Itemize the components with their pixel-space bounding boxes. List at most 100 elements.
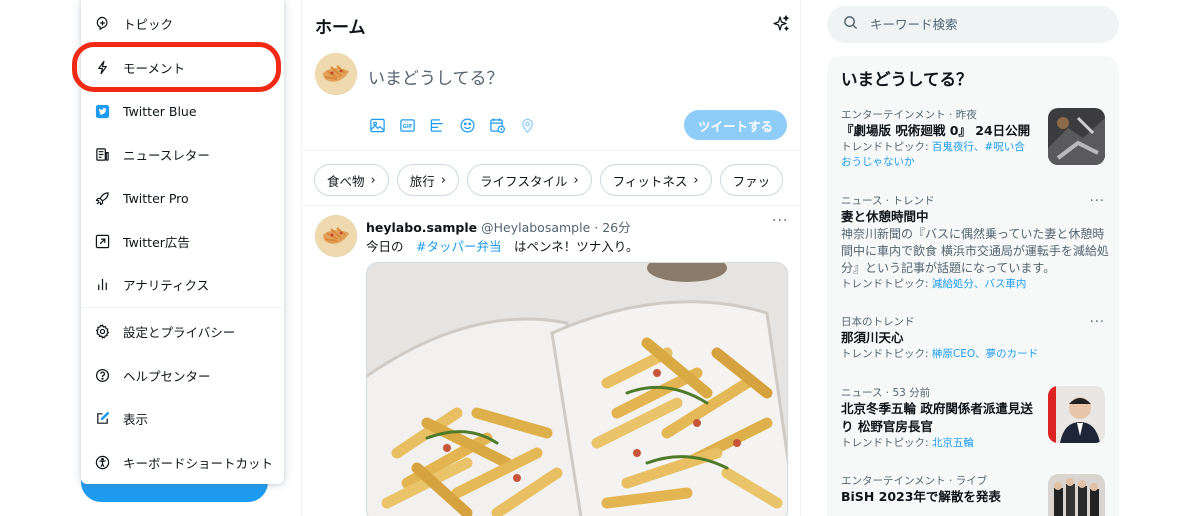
chevron-right-icon: › — [370, 172, 376, 188]
chip-label: フィットネス — [612, 173, 688, 189]
trend-topics-label: トレンドトピック: — [841, 141, 929, 153]
post-text-before: 今日の — [366, 239, 404, 254]
trends-title: いまどうしてる？ — [841, 70, 973, 89]
chip-fitness[interactable]: フィットネス › — [599, 164, 712, 196]
menu-item-settings[interactable]: 設定とプライバシー — [81, 311, 284, 351]
menu-item-label: Twitter広告 — [123, 234, 190, 250]
trend-topics-label: トレンドトピック: — [841, 348, 929, 360]
chip-travel[interactable]: 旅行 › — [396, 164, 459, 196]
gif-icon[interactable]: GIF — [398, 116, 417, 135]
chip-food[interactable]: 食べ物 › — [314, 164, 389, 196]
trend-item[interactable]: 日本のトレンド 那須川天心 トレンドトピック: 榊原CEO、夢のカード — [841, 315, 1111, 362]
search-input[interactable] — [870, 17, 1090, 32]
menu-item-twitter-blue[interactable]: Twitter Blue — [81, 91, 284, 131]
menu-item-label: Twitter Blue — [123, 103, 197, 119]
chip-label: ファッ — [732, 173, 771, 189]
trend-item[interactable]: ニュース · トレンド 妻と休憩時間中 神奈川新聞の『バスに偶然乗っていた妻と休… — [841, 194, 1111, 292]
newsletter-icon — [94, 146, 110, 162]
menu-item-label: キーボードショートカット — [123, 455, 274, 471]
menu-item-label: 表示 — [123, 411, 149, 427]
trend-topics-label: トレンドトピック: — [841, 437, 929, 449]
more-icon[interactable]: ··· — [772, 213, 788, 229]
more-icon[interactable]: ··· — [1090, 315, 1105, 330]
emoji-icon[interactable] — [458, 116, 477, 135]
menu-item-label: Twitter Pro — [123, 190, 189, 206]
menu-item-label: ヘルプセンター — [123, 368, 211, 384]
menu-item-newsletter[interactable]: ニュースレター — [81, 134, 284, 174]
post-author-name[interactable]: heylabo.sample — [366, 220, 477, 235]
page-title: ホーム — [315, 18, 366, 38]
image-icon[interactable] — [368, 116, 387, 135]
twitter-blue-icon — [94, 103, 110, 119]
sparkle-icon[interactable] — [771, 14, 791, 34]
menu-item-keyboard-shortcuts[interactable]: キーボードショートカット — [81, 442, 284, 482]
divider — [302, 205, 800, 206]
trend-topic-links[interactable]: 百鬼夜行、#呪い合 — [932, 141, 1025, 153]
search-bar[interactable] — [827, 6, 1119, 43]
trend-headline: 妻と休憩時間中 — [841, 209, 929, 224]
display-edit-icon — [94, 410, 110, 426]
trend-headline: 那須川天心 — [841, 330, 904, 345]
more-icon[interactable]: ··· — [1090, 194, 1105, 209]
menu-item-label: ニュースレター — [123, 147, 210, 163]
menu-item-analytics[interactable]: アナリティクス — [81, 264, 284, 304]
ads-arrow-icon — [94, 233, 110, 249]
poll-icon[interactable] — [428, 116, 447, 135]
post-time[interactable]: 26分 — [602, 220, 630, 235]
chip-label: 旅行 — [409, 173, 435, 189]
post-avatar[interactable] — [315, 215, 357, 257]
trend-category: 日本のトレンド — [841, 316, 915, 328]
chevron-right-icon: › — [693, 172, 699, 188]
menu-item-label: トピック — [123, 16, 174, 32]
tweet-submit-button[interactable]: ツイートする — [684, 110, 787, 140]
chevron-right-icon: › — [573, 172, 579, 188]
compose-input[interactable]: いまどうしてる？ — [368, 64, 504, 89]
post-text: 今日の #タッパー弁当 はペンネ！ツナ入り。 — [366, 236, 639, 255]
post-hashtag[interactable]: #タッパー弁当 — [416, 239, 501, 254]
menu-item-twitter-pro[interactable]: Twitter Pro — [81, 178, 284, 218]
post-image-pasta[interactable] — [366, 262, 788, 516]
trend-thumbnail[interactable] — [1048, 108, 1105, 165]
trend-category: ニュース · トレンド — [841, 195, 935, 207]
trend-topics: トレンドトピック: 減給処分、バス車内 — [841, 277, 1111, 292]
post-header: heylabo.sample @Heylabosample · 26分 — [366, 217, 631, 236]
compose-toolbar: GIF — [368, 116, 537, 135]
menu-item-topics[interactable]: トピック — [81, 3, 284, 43]
menu-item-twitter-ads[interactable]: Twitter広告 — [81, 221, 284, 261]
post-author-handle[interactable]: @Heylabosample — [481, 220, 590, 235]
trend-topic-links[interactable]: おうじゃないか — [841, 156, 915, 168]
help-icon — [94, 367, 110, 383]
trend-topics-label: トレンドトピック: — [841, 278, 929, 290]
chip-lifestyle[interactable]: ライフスタイル › — [466, 164, 592, 196]
trend-thumbnail[interactable] — [1048, 474, 1105, 516]
divider — [302, 150, 800, 151]
chip-label: 食べ物 — [327, 173, 365, 189]
menu-item-help-center[interactable]: ヘルプセンター — [81, 355, 284, 395]
avatar[interactable] — [315, 53, 357, 95]
search-icon — [843, 15, 858, 34]
schedule-icon[interactable] — [488, 116, 507, 135]
chip-fashion[interactable]: ファッ — [719, 164, 784, 196]
trend-headline: 北京冬季五輪 政府関係者派遣見送り 松野官房長官 — [841, 401, 1033, 434]
highlight-annotation-ring — [72, 42, 281, 92]
svg-text:GIF: GIF — [403, 124, 413, 130]
gear-icon — [94, 323, 110, 339]
menu-item-display[interactable]: 表示 — [81, 398, 284, 438]
analytics-bars-icon — [94, 276, 110, 292]
trend-topic-links[interactable]: 減給処分、バス車内 — [932, 278, 1027, 290]
trend-thumbnail[interactable] — [1048, 386, 1105, 443]
menu-item-label: 設定とプライバシー — [123, 324, 236, 340]
trends-panel: いまどうしてる？ エンターテインメント · 昨夜 『劇場版 呪術廻戦 0』 24… — [827, 56, 1119, 516]
trend-topics: トレンドトピック: 榊原CEO、夢のカード — [841, 347, 1111, 362]
chip-label: ライフスタイル — [479, 173, 568, 189]
location-icon[interactable] — [518, 116, 537, 135]
trend-topic-links[interactable]: 北京五輪 — [932, 437, 974, 449]
topic-chips: 食べ物 › 旅行 › ライフスタイル › フィットネス › ファッ — [314, 164, 784, 196]
chevron-right-icon: › — [440, 172, 446, 188]
trend-topic-links[interactable]: 榊原CEO、夢のカード — [932, 348, 1038, 360]
trend-description: 神奈川新聞の『バスに偶然乗っていた妻と休憩時間中に車内で飲食 横浜市交通局が運転… — [841, 227, 1109, 275]
accessibility-icon — [94, 454, 110, 470]
post-text-after: はペンネ！ツナ入り。 — [514, 239, 639, 254]
menu-divider — [81, 307, 284, 308]
topic-icon — [94, 15, 110, 31]
